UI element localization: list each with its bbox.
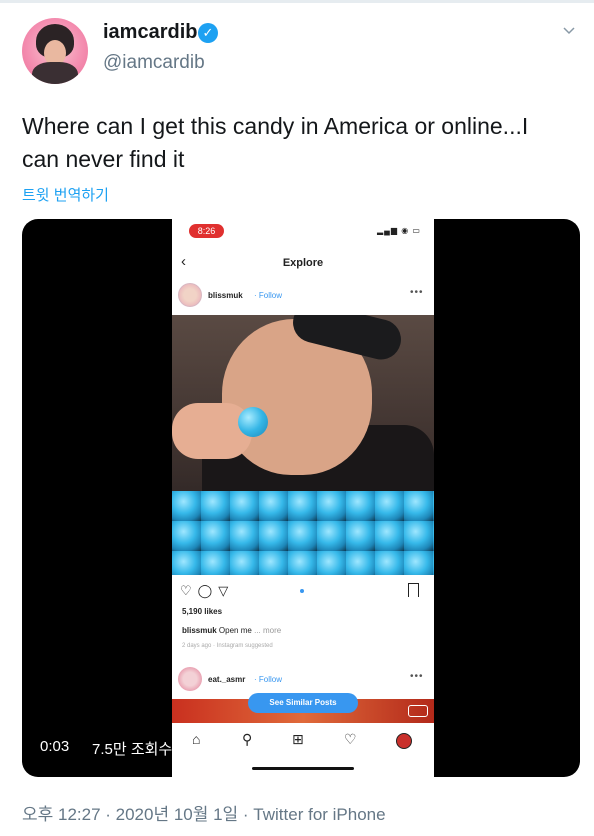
post-avatar <box>178 283 202 307</box>
post-likes: 5,190 likes <box>182 607 223 616</box>
home-indicator <box>252 767 354 770</box>
chevron-down-icon[interactable] <box>562 24 576 38</box>
caption-text: Open me <box>218 626 252 635</box>
post2-username: eat._asmr <box>208 675 246 684</box>
heart-icon: ♡ <box>344 731 357 747</box>
translate-tweet-link[interactable]: 트윗 번역하기 <box>22 184 109 205</box>
post-caption: blissmuk Open me ... more <box>182 626 281 635</box>
display-name[interactable]: iamcardib <box>103 21 197 44</box>
post-username: blissmuk <box>208 291 243 300</box>
video-elapsed-time: 0:03 <box>40 738 70 755</box>
post2-more-icon: ••• <box>410 671 424 682</box>
top-divider <box>0 0 594 3</box>
status-icons: ▂▄▆ ◉ ▭ <box>377 226 421 235</box>
photo-candy-balls <box>172 491 434 575</box>
user-handle[interactable]: @iamcardib <box>103 52 205 74</box>
post2-follow: · Follow <box>254 675 283 684</box>
instagram-bottom-nav: ⌂ ⚲ ⊞ ♡ <box>172 725 434 765</box>
post-photo <box>172 315 434 575</box>
post-action-icons: ♡◯▽ <box>180 583 235 598</box>
carousel-dot <box>300 589 304 593</box>
see-similar-posts-button: See Similar Posts <box>248 693 358 713</box>
avatar-body <box>32 62 78 84</box>
video-view-count: 7.5만 조회수 <box>92 741 173 758</box>
caption-more: ... more <box>254 626 282 635</box>
profile-icon <box>396 733 412 749</box>
video-player[interactable]: 8:26 ▂▄▆ ◉ ▭ ‹ Explore blissmuk · Follow… <box>22 219 580 777</box>
post-follow: · Follow <box>254 291 283 300</box>
caption-username: blissmuk <box>182 626 217 635</box>
tweet-timestamp: 오후 12:27 · 2020년 10월 1일 · Twitter for iP… <box>22 805 386 824</box>
photo-candy-ball <box>238 407 268 437</box>
post-meta: 2 days ago · Instagram suggested <box>182 643 273 649</box>
add-post-icon: ⊞ <box>292 731 304 747</box>
post2-avatar <box>178 667 202 691</box>
instagram-screen-recording: 8:26 ▂▄▆ ◉ ▭ ‹ Explore blissmuk · Follow… <box>172 219 434 777</box>
tweet-text: Where can I get this candy in America or… <box>22 113 529 172</box>
profile-avatar[interactable] <box>22 18 88 84</box>
verified-badge-icon: ✓ <box>198 23 218 43</box>
bookmark-icon <box>408 583 419 597</box>
home-icon: ⌂ <box>192 731 201 747</box>
post-more-icon: ••• <box>410 287 424 298</box>
status-time: 8:26 <box>189 224 224 238</box>
search-icon: ⚲ <box>242 731 253 747</box>
explore-title: Explore <box>282 257 324 269</box>
camera-icon <box>408 705 428 717</box>
